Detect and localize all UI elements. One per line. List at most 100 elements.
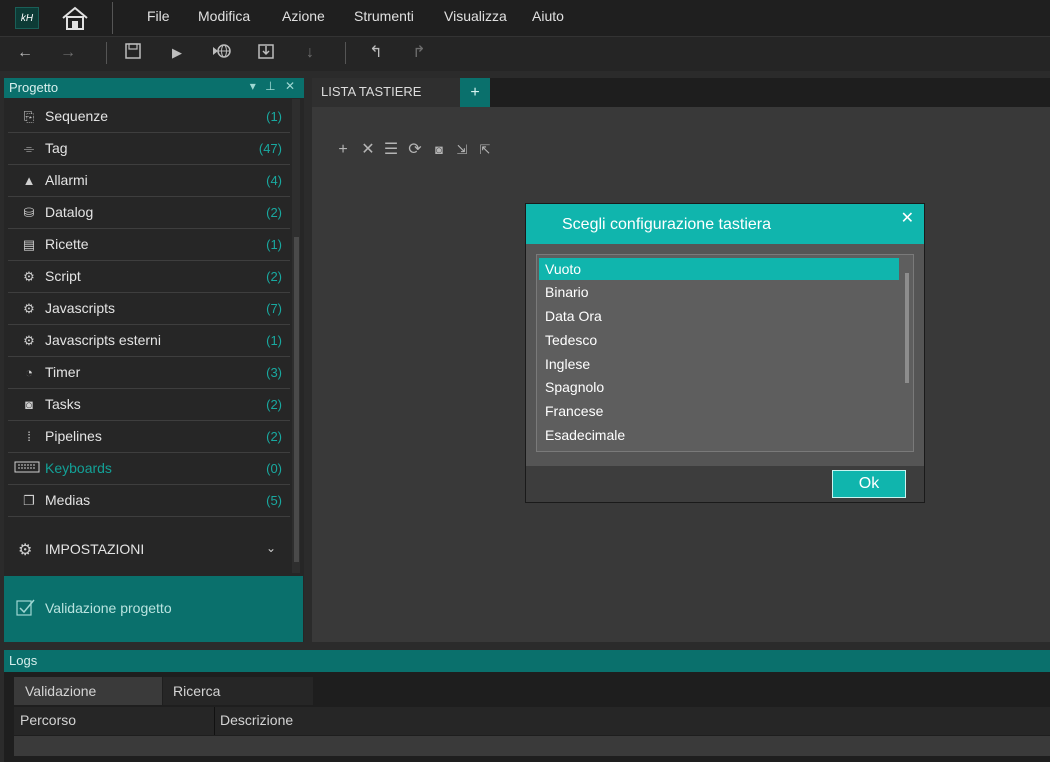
menu-separator [112, 2, 113, 34]
import-icon[interactable]: ⇲ [453, 140, 471, 160]
list-item-tedesco[interactable]: Tedesco [539, 329, 899, 351]
globe-play-icon[interactable] [210, 42, 232, 64]
redo-icon[interactable]: ↱ [408, 42, 430, 64]
nav-item-pipelines[interactable]: ⁞ Pipelines (2) [8, 422, 290, 453]
close-icon[interactable]: ✕ [901, 208, 914, 228]
menu-visualizza[interactable]: Visualizza [444, 0, 507, 32]
camera-icon[interactable]: ◙ [430, 140, 448, 160]
list-item-esadecimale[interactable]: Esadecimale [539, 424, 899, 446]
dialog-title: Scegli configurazione tastiera [562, 216, 772, 233]
project-panel-title: Progetto [9, 80, 59, 95]
delete-icon[interactable]: ✕ [359, 140, 377, 160]
tab-label: Ricerca [173, 683, 221, 699]
task-icon: ◙ [25, 397, 33, 412]
panel-scrollbar-thumb[interactable] [294, 237, 299, 562]
keyboard-config-dialog: Scegli configurazione tastiera ✕ Vuoto B… [525, 203, 925, 503]
nav-item-sequenze[interactable]: ⎘ Sequenze (1) [8, 102, 290, 133]
add-icon[interactable]: + [334, 140, 352, 160]
nav-count: (2) [266, 205, 282, 220]
nav-item-keyboards[interactable]: Keyboards (0) [8, 454, 290, 485]
nav-item-datalog[interactable]: ⛁ Datalog (2) [8, 198, 290, 229]
nav-label: Javascripts [45, 300, 116, 316]
back-arrow-icon[interactable]: ← [14, 42, 36, 64]
nav-count: (1) [266, 109, 282, 124]
tag-icon: ⌯ [23, 141, 35, 156]
nav-item-javascripts[interactable]: ⚙ Javascripts (7) [8, 294, 290, 325]
nav-item-medias[interactable]: ❐ Medias (5) [8, 486, 290, 517]
list-item-inglese[interactable]: Inglese [539, 353, 899, 375]
list-item-francese[interactable]: Francese [539, 400, 899, 422]
script-icon: ⚙ [23, 269, 35, 284]
nav-label: Datalog [45, 204, 94, 220]
nav-item-javascripts-esterni[interactable]: ⚙ Javascripts esterni (1) [8, 326, 290, 357]
nav-count: (4) [266, 173, 282, 188]
menu-strumenti[interactable]: Strumenti [354, 0, 414, 32]
download-box-icon[interactable] [255, 42, 277, 64]
forward-arrow-icon[interactable]: → [57, 42, 79, 64]
list-item-vuoto[interactable]: Vuoto [539, 258, 899, 280]
app-logo: kH [15, 7, 39, 29]
nav-item-timer[interactable]: ◔ Timer (3) [8, 358, 290, 389]
tab-validazione[interactable]: Validazione [14, 677, 162, 705]
recipe-icon: ▤ [22, 237, 36, 252]
nav-count: (2) [266, 269, 282, 284]
column-descrizione[interactable]: Descrizione [220, 712, 293, 728]
export-icon[interactable]: ⇱ [476, 140, 494, 160]
menu-modifica[interactable]: Modifica [198, 0, 250, 32]
menu-file[interactable]: File [147, 0, 170, 32]
settings-section[interactable]: ⚙ IMPOSTAZIONI ⌄ [4, 527, 290, 575]
timer-icon: ◔ [25, 365, 33, 380]
settings-gear-icon: ⚙ [18, 542, 33, 559]
logs-title: Logs [9, 653, 38, 668]
config-listbox[interactable]: Vuoto Binario Data Ora Tedesco Inglese S… [536, 254, 914, 452]
list-item-spagnolo[interactable]: Spagnolo [539, 376, 899, 398]
play-icon[interactable]: ▶ [166, 42, 188, 64]
nav-label: Sequenze [45, 108, 109, 124]
tab-ricerca[interactable]: Ricerca [163, 677, 313, 705]
toolbar-separator [106, 42, 107, 64]
list-icon[interactable]: ☰ [382, 140, 400, 160]
download-icon[interactable]: ↓ [299, 42, 321, 64]
undo-icon[interactable]: ↰ [365, 42, 387, 64]
validate-label: Validazione progetto [45, 600, 172, 616]
list-item-data-ora[interactable]: Data Ora [539, 305, 899, 327]
nav-item-allarmi[interactable]: ▲ Allarmi (4) [8, 166, 290, 197]
tab-lista-tastiere[interactable]: LISTA TASTIERE [312, 78, 460, 107]
toolbar-separator [345, 42, 346, 64]
panel-controls[interactable]: ▾ ⊥ ✕ [250, 79, 298, 93]
nav-label: Ricette [45, 236, 89, 252]
nav-item-tasks[interactable]: ◙ Tasks (2) [8, 390, 290, 421]
nav-label: Tasks [45, 396, 81, 412]
menu-azione[interactable]: Azione [282, 0, 325, 32]
sequence-icon: ⎘ [23, 109, 35, 124]
list-item-binario[interactable]: Binario [539, 281, 899, 303]
logs-row [14, 736, 1050, 756]
nav-item-ricette[interactable]: ▤ Ricette (1) [8, 230, 290, 261]
nav-item-script[interactable]: ⚙ Script (2) [8, 262, 290, 293]
chevron-down-icon[interactable]: ⌄ [266, 541, 276, 555]
nav-count: (0) [266, 461, 282, 476]
nav-item-tag[interactable]: ⌯ Tag (47) [8, 134, 290, 165]
script-icon: ⚙ [23, 301, 35, 316]
media-icon: ❐ [23, 493, 35, 508]
nav-count: (2) [266, 397, 282, 412]
settings-label: IMPOSTAZIONI [45, 541, 145, 557]
ok-button[interactable]: Ok [832, 470, 906, 498]
nav-label: Medias [45, 492, 91, 508]
database-icon: ⛁ [23, 205, 35, 220]
logs-column-header: Percorso Descrizione [14, 707, 1050, 735]
home-icon[interactable] [60, 6, 90, 30]
column-divider[interactable] [214, 707, 215, 735]
listbox-scrollbar-thumb[interactable] [905, 273, 909, 383]
nav-label: Pipelines [45, 428, 102, 444]
toolbar [0, 36, 1050, 71]
nav-count: (3) [266, 365, 282, 380]
nav-label: Tag [45, 140, 68, 156]
tab-label: Validazione [25, 683, 97, 699]
refresh-icon[interactable]: ⟳ [406, 140, 424, 160]
column-percorso[interactable]: Percorso [20, 712, 76, 728]
save-icon[interactable] [122, 42, 144, 64]
add-tab-button[interactable]: + [460, 78, 490, 107]
validate-project-section[interactable]: Validazione progetto [4, 576, 303, 642]
menu-aiuto[interactable]: Aiuto [532, 0, 564, 32]
